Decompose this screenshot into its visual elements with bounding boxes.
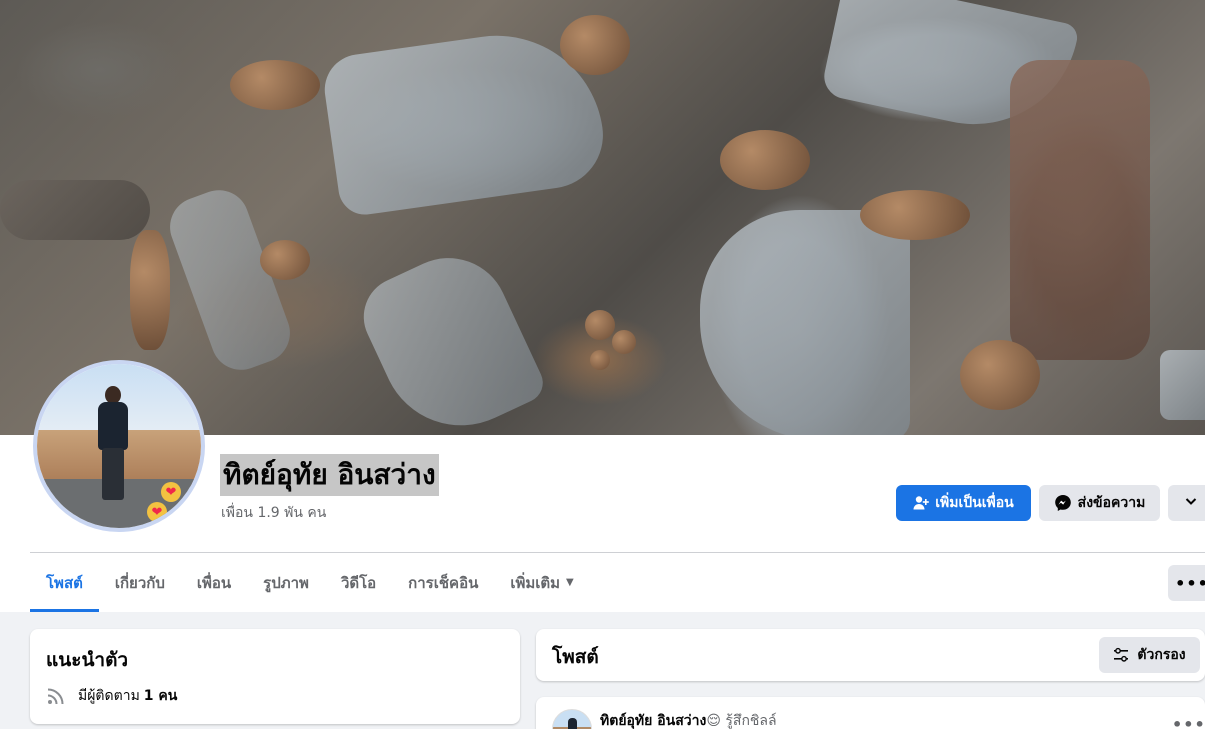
followers-count[interactable]: 1 คน <box>144 685 178 707</box>
post-options-icon[interactable]: ••• <box>1172 715 1205 729</box>
filter-button[interactable]: ตัวกรอง <box>1099 637 1200 673</box>
profile-more-button[interactable] <box>1168 485 1205 521</box>
message-button[interactable]: ส่งข้อความ <box>1039 485 1160 521</box>
avatar-person <box>95 386 131 506</box>
tabs-menu-button[interactable]: ••• <box>1168 565 1205 601</box>
tab-friends[interactable]: เพื่อน <box>181 553 247 612</box>
profile-header: ❤ ❤ ทิตย์อุทัย อินสว่าง เพื่อน 1.9 พัน ค… <box>0 0 1205 612</box>
profile-tabs: โพสต์ เกี่ยวกับ เพื่อน รูปภาพ วิดีโอ การ… <box>30 553 590 612</box>
messenger-icon <box>1054 494 1072 512</box>
posts-header-card: โพสต์ ตัวกรอง <box>536 629 1205 681</box>
add-friend-button[interactable]: เพิ่มเป็นเพื่อน <box>896 485 1031 521</box>
heart-icon: ❤ <box>161 482 181 502</box>
intro-title: แนะนำตัว <box>46 649 129 671</box>
intro-card: แนะนำตัว มีผู้ติดตาม 1 คน <box>30 629 520 724</box>
tab-checkins[interactable]: การเช็คอิน <box>392 553 494 612</box>
more-horizontal-icon: ••• <box>1175 573 1205 593</box>
profile-avatar[interactable]: ❤ ❤ <box>33 360 205 532</box>
post-author-name[interactable]: ทิตย์อุทัย อินสว่าง <box>600 713 706 729</box>
tab-posts[interactable]: โพสต์ <box>30 553 99 612</box>
tab-videos[interactable]: วิดีโอ <box>325 553 392 612</box>
post-card: ทิตย์อุทัย อินสว่าง😌 รู้สึกชิลล์ ••• <box>536 697 1205 729</box>
add-person-icon <box>913 495 930 511</box>
posts-title: โพสต์ <box>552 646 599 668</box>
tab-about[interactable]: เกี่ยวกับ <box>99 553 181 612</box>
filter-label: ตัวกรอง <box>1137 647 1186 663</box>
chevron-down-icon <box>1184 494 1198 512</box>
profile-name: ทิตย์อุทัย อินสว่าง <box>220 454 439 496</box>
add-friend-label: เพิ่มเป็นเพื่อน <box>935 495 1014 511</box>
post-author-line: ทิตย์อุทัย อินสว่าง😌 รู้สึกชิลล์ <box>600 710 777 729</box>
followers-prefix: มีผู้ติดตาม <box>78 688 140 704</box>
followers-row: มีผู้ติดตาม 1 คน <box>46 685 177 707</box>
rss-icon <box>46 686 66 706</box>
tab-photos[interactable]: รูปภาพ <box>247 553 325 612</box>
caret-down-icon: ▼ <box>566 577 574 588</box>
post-feeling: 😌 รู้สึกชิลล์ <box>706 713 777 729</box>
heart-icon: ❤ <box>147 502 167 522</box>
message-label: ส่งข้อความ <box>1077 495 1146 511</box>
filter-sliders-icon <box>1113 647 1129 663</box>
friends-count[interactable]: เพื่อน 1.9 พัน คน <box>221 502 326 524</box>
tab-more[interactable]: เพิ่มเติม ▼ <box>494 553 589 612</box>
post-author-avatar[interactable] <box>552 709 592 729</box>
